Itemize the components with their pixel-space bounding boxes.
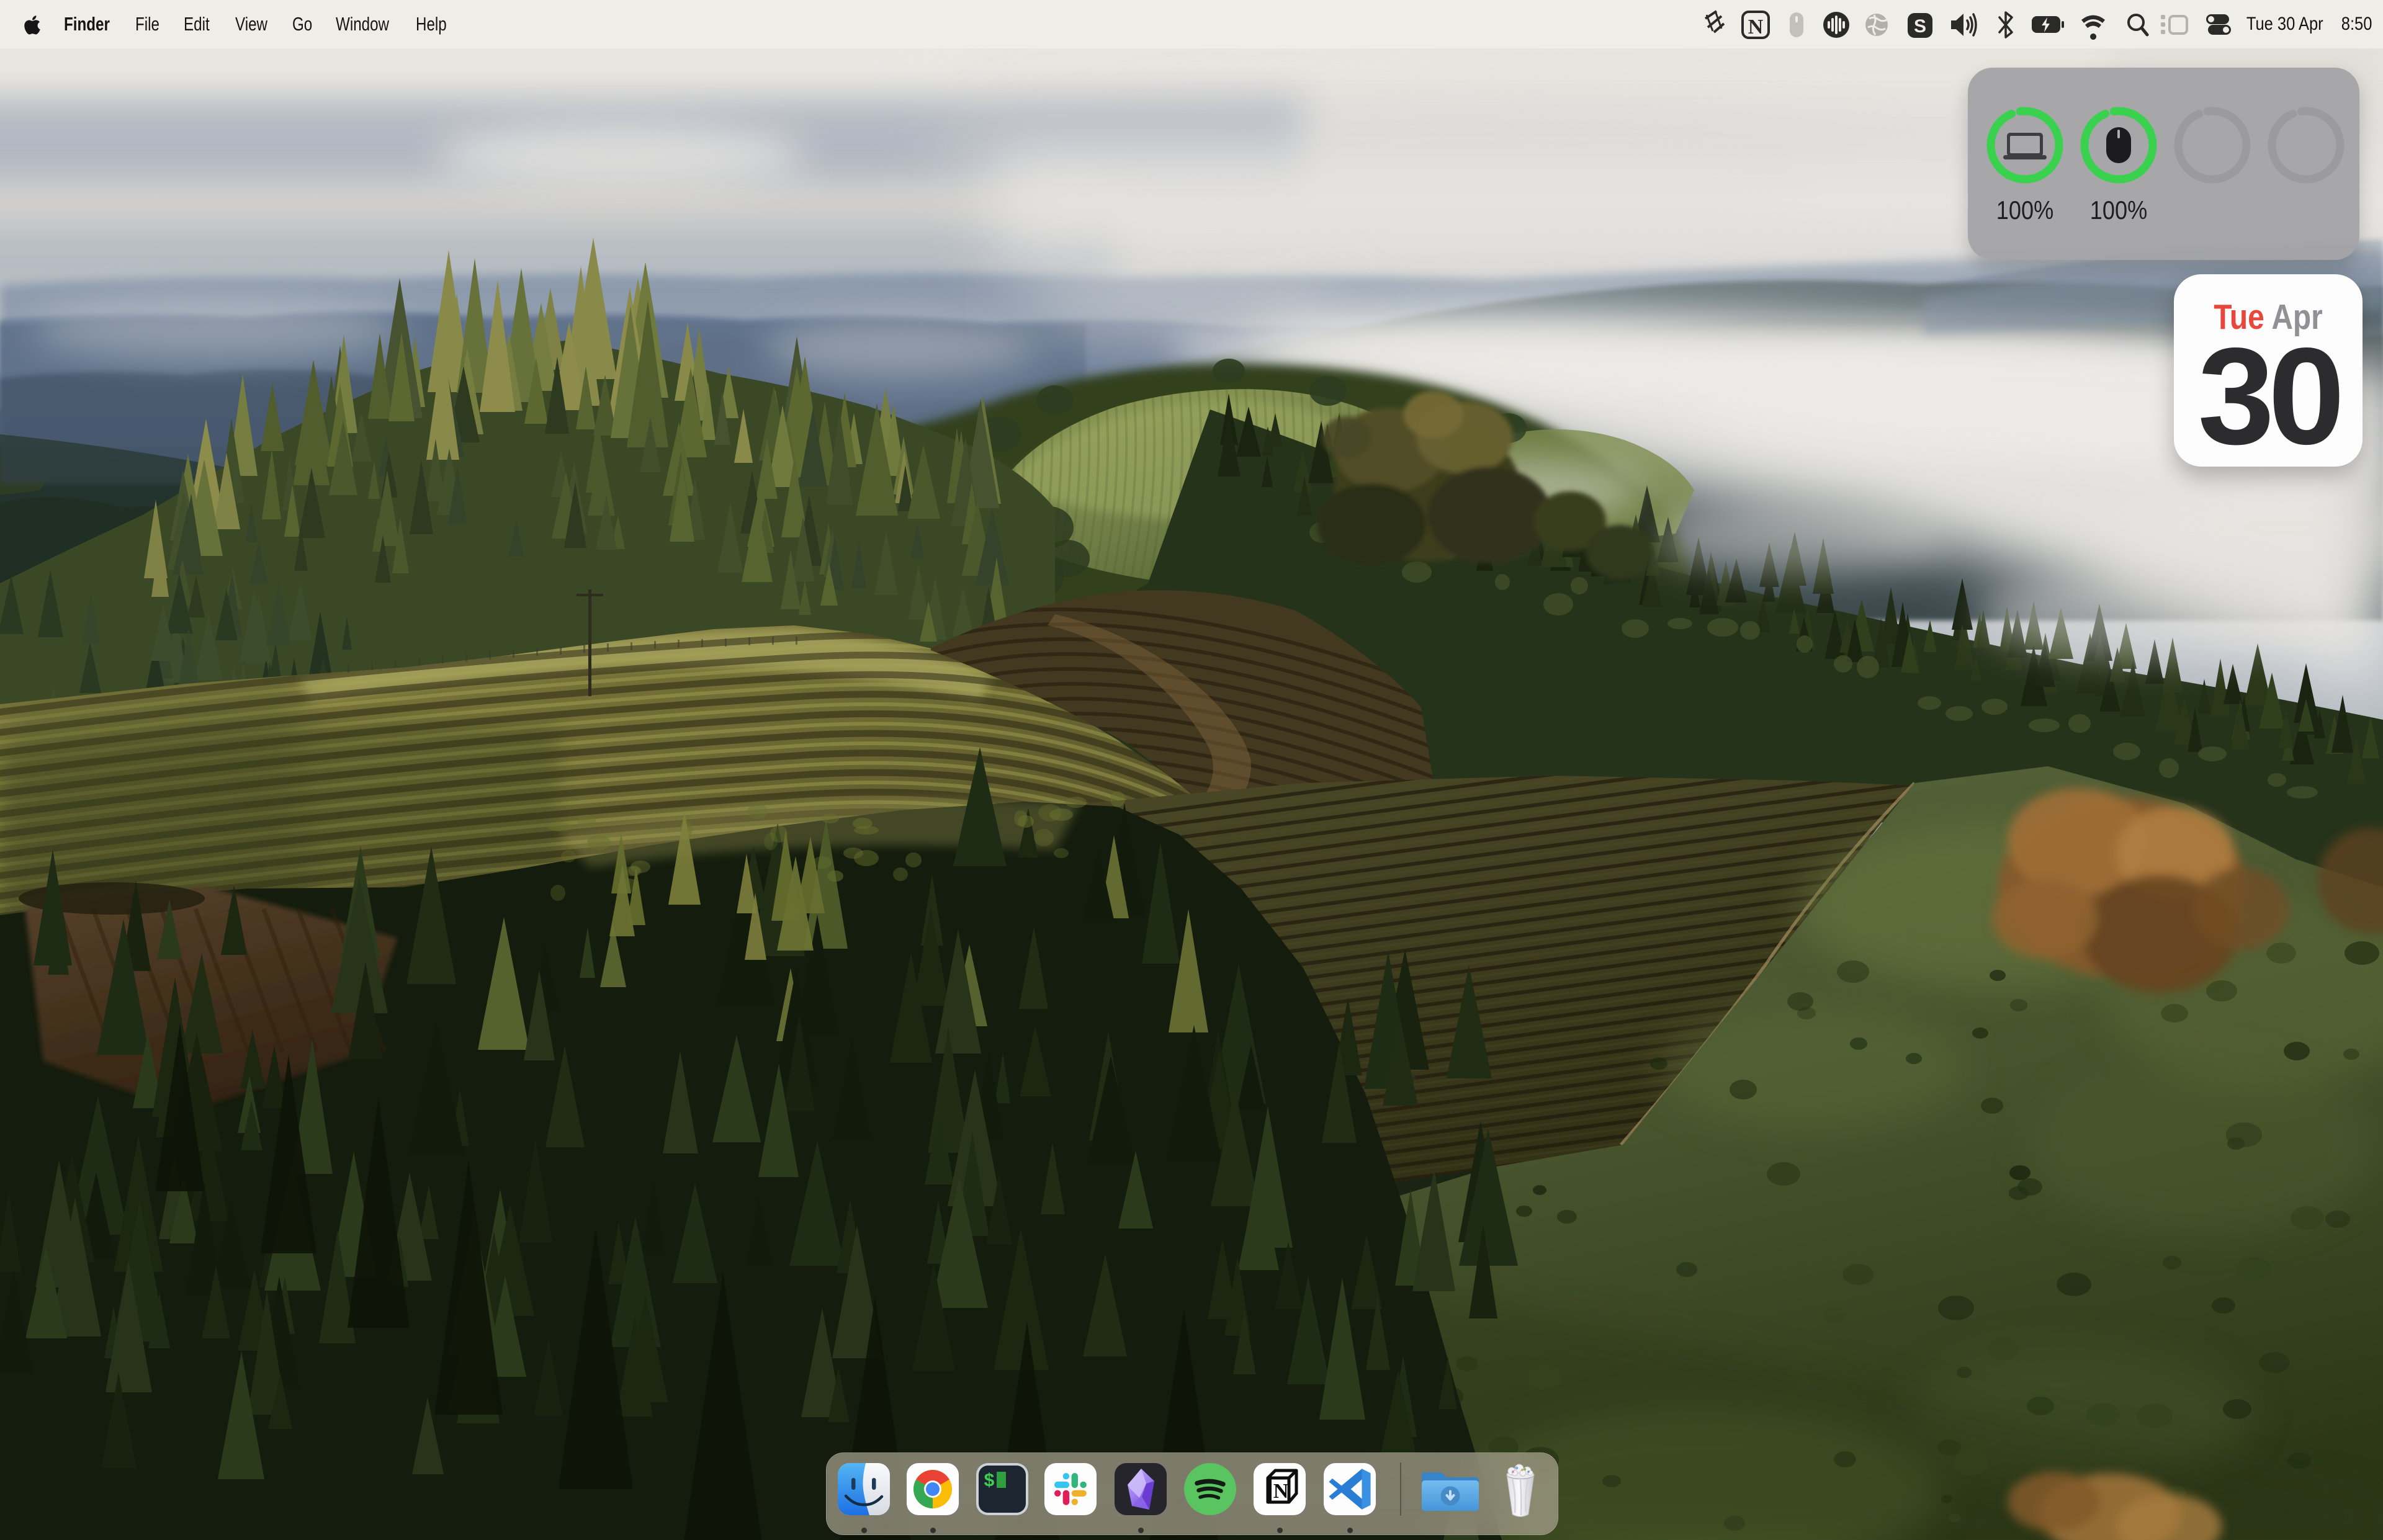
svg-text:S: S [1914, 16, 1926, 37]
svg-text:$: $ [984, 1471, 995, 1492]
svg-text:N: N [1748, 16, 1764, 38]
svg-text:N: N [1273, 1480, 1289, 1503]
